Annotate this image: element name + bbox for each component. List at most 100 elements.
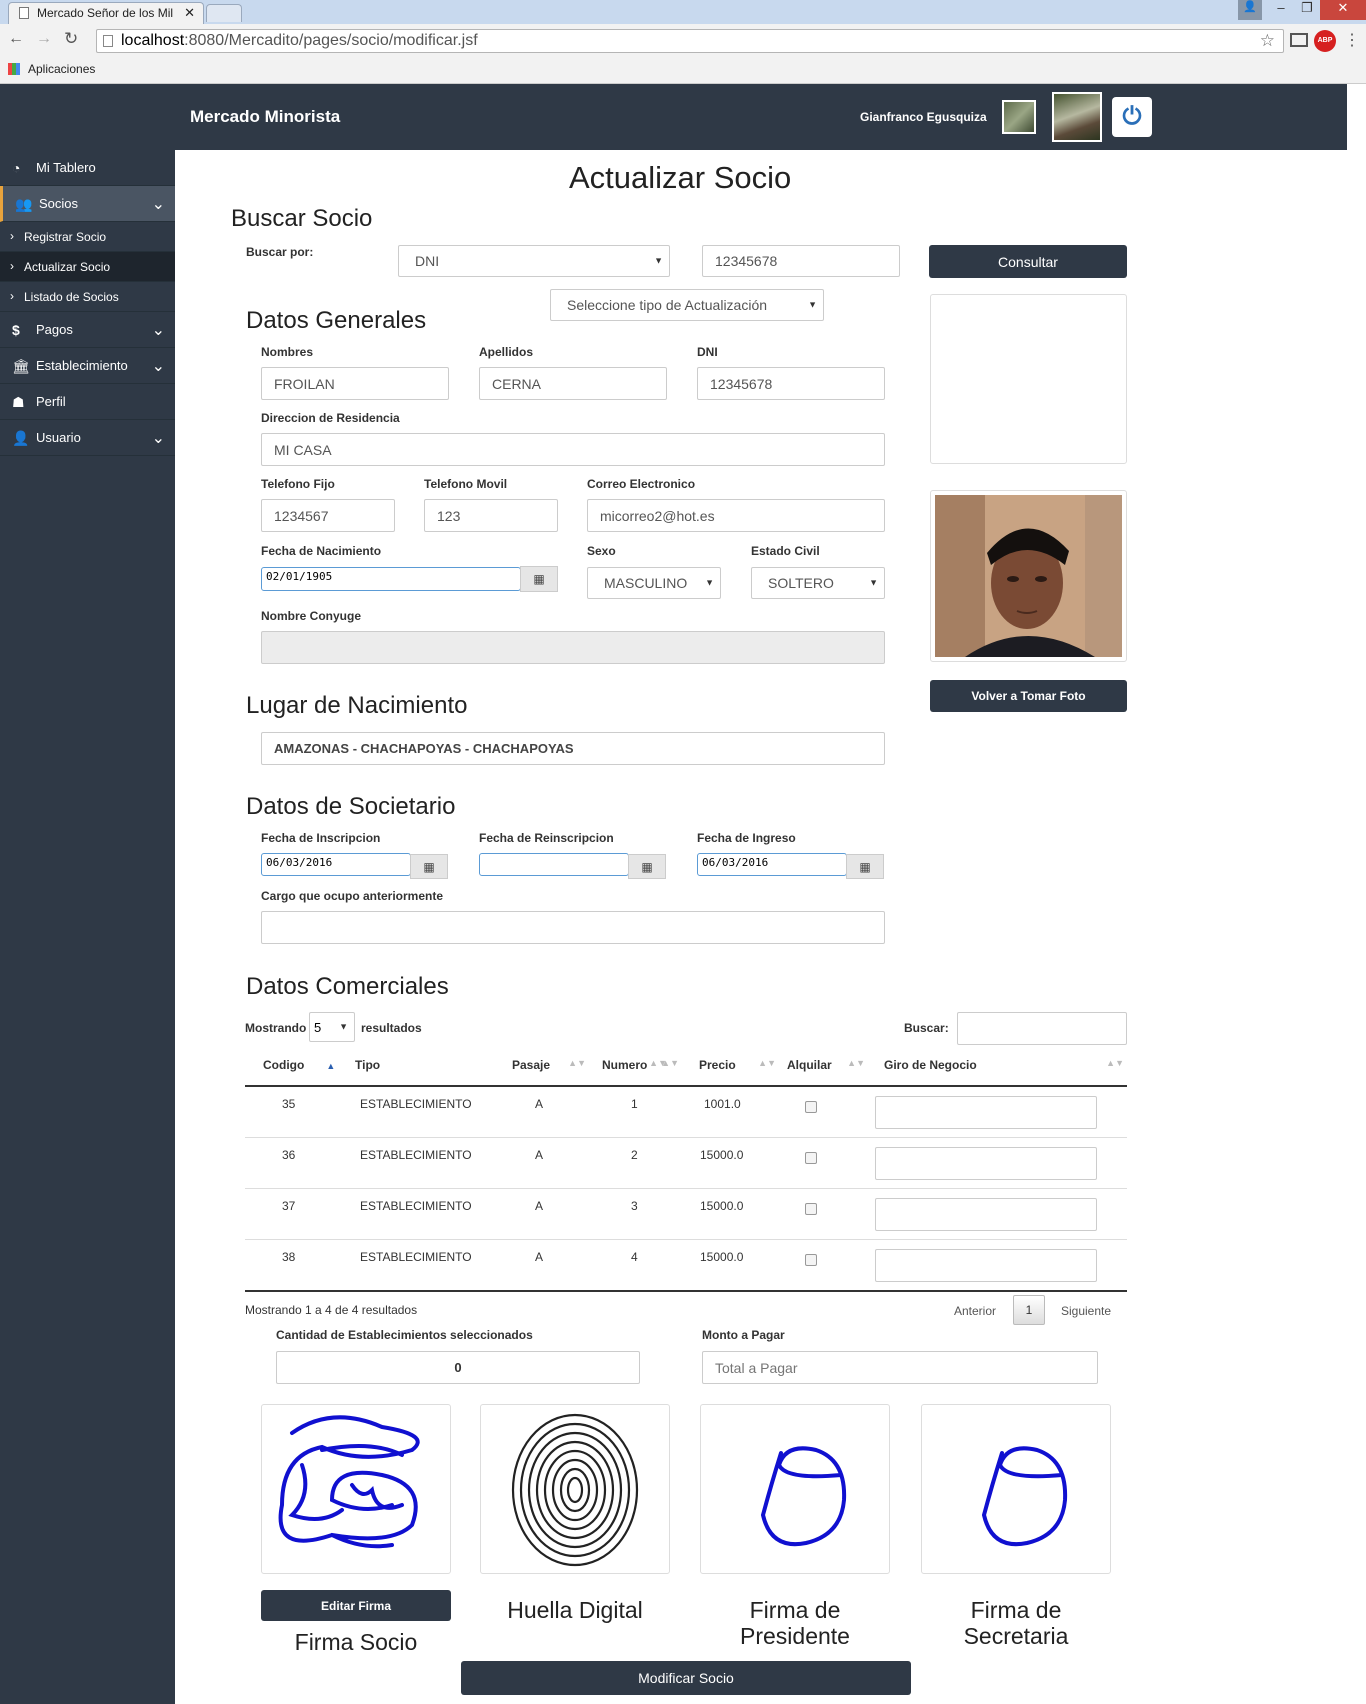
input-value: 123 (437, 507, 461, 524)
ingreso-calendar-button[interactable]: ▦ (846, 854, 884, 879)
input-value: micorreo2@hot.es (600, 507, 715, 524)
browser-tab[interactable]: Mercado Señor de los Mil ✕ (8, 2, 204, 24)
nacimiento-date-input[interactable]: 02/01/1905 (261, 567, 521, 591)
column-header-pasaje[interactable]: Pasaje ▲▼ (512, 1058, 586, 1072)
header-label: Numero (602, 1058, 648, 1072)
mostrando-label: Mostrando (245, 1021, 307, 1035)
sidebar-subitem-actualizar[interactable]: › Actualizar Socio (0, 252, 175, 282)
page-size-select[interactable]: 5 ▼ (309, 1012, 355, 1042)
editar-firma-button[interactable]: Editar Firma (261, 1590, 451, 1621)
cargo-input[interactable] (261, 911, 885, 944)
input-value: 06/03/2016 (266, 856, 333, 869)
nacimiento-calendar-button[interactable]: ▦ (520, 566, 558, 592)
sidebar-item-pagos[interactable]: $ Pagos ⌄ (0, 312, 175, 348)
cell-codigo: 38 (282, 1250, 296, 1264)
sexo-select[interactable]: MASCULINO ▼ (587, 567, 721, 599)
back-icon[interactable]: ← (8, 30, 24, 48)
maximize-icon[interactable]: ❐ (1294, 0, 1320, 20)
sidebar-subitem-registrar[interactable]: › Registrar Socio (0, 222, 175, 252)
inscripcion-date-input[interactable]: 06/03/2016 (261, 853, 411, 876)
caption-line: Secretaria (963, 1623, 1069, 1649)
giro-input[interactable] (875, 1249, 1097, 1282)
tel-movil-input[interactable]: 123 (424, 499, 558, 532)
alquilar-checkbox[interactable] (805, 1203, 817, 1215)
buscar-valor-input[interactable]: 12345678 (702, 245, 900, 277)
correo-input[interactable]: micorreo2@hot.es (587, 499, 885, 532)
reinscripcion-date-input[interactable] (479, 853, 629, 876)
lugar-input[interactable]: AMAZONAS - CHACHAPOYAS - CHACHAPOYAS (261, 732, 885, 765)
column-header-numero[interactable]: Numero ▲▼ (602, 1058, 679, 1072)
tipo-actualizacion-select[interactable]: Seleccione tipo de Actualización ▼ (550, 289, 824, 321)
logout-button[interactable]: ⏻ (1112, 97, 1152, 137)
section-title-buscar: Buscar Socio (231, 205, 373, 232)
ingreso-label: Fecha de Ingreso (697, 831, 796, 845)
pagination-anterior[interactable]: Anterior (954, 1304, 996, 1318)
url-field[interactable]: localhost:8080/Mercadito/pages/socio/mod… (96, 29, 1284, 53)
sidebar-item-establecimiento[interactable]: 🏛 Establecimiento ⌄ (0, 348, 175, 384)
apellidos-input[interactable]: CERNA (479, 367, 667, 400)
nombres-input[interactable]: FROILAN (261, 367, 449, 400)
sidebar-subitem-listado[interactable]: › Listado de Socios (0, 282, 175, 312)
pagination-page-1[interactable]: 1 (1013, 1295, 1045, 1325)
cell-pasaje: A (535, 1148, 544, 1162)
conyuge-input[interactable] (261, 631, 885, 664)
volver-foto-button[interactable]: Volver a Tomar Foto (930, 680, 1127, 712)
sidebar-item-label: Registrar Socio (24, 230, 107, 244)
user-avatar-small[interactable] (1002, 100, 1036, 134)
giro-input[interactable] (875, 1096, 1097, 1129)
consultar-button[interactable]: Consultar (929, 245, 1127, 278)
sort-icon: ▲▼ (568, 1058, 586, 1068)
close-tab-icon[interactable]: ✕ (184, 5, 195, 21)
table-search-input[interactable] (957, 1012, 1127, 1045)
column-header-alquilar[interactable]: Alquilar ▲▼ (787, 1058, 865, 1072)
star-icon[interactable]: ☆ (1260, 31, 1275, 51)
column-header-codigo[interactable]: Codigo ▲ (263, 1058, 335, 1072)
modificar-socio-button[interactable]: Modificar Socio (461, 1661, 911, 1695)
user-avatar-large[interactable] (1052, 92, 1102, 142)
brand-title[interactable]: Mercado Minorista (190, 107, 340, 127)
sort-icon: ▲▼ (847, 1058, 865, 1068)
cast-icon[interactable] (1290, 33, 1308, 47)
new-tab-button[interactable] (206, 4, 242, 22)
column-header-precio[interactable]: Precio ▲▼ (699, 1058, 776, 1072)
sidebar-item-usuario[interactable]: 👤 Usuario ⌄ (0, 420, 175, 456)
ingreso-date-input[interactable]: 06/03/2016 (697, 853, 847, 876)
forward-icon[interactable]: → (36, 30, 52, 48)
section-title-comerciales: Datos Comerciales (246, 973, 449, 1000)
sidebar-item-label: Perfil (36, 394, 66, 409)
profile-icon[interactable]: 👤 (1238, 0, 1262, 20)
close-window-icon[interactable]: ✕ (1320, 0, 1366, 20)
tel-fijo-input[interactable]: 1234567 (261, 499, 395, 532)
inscripcion-calendar-button[interactable]: ▦ (410, 854, 448, 879)
menu-icon[interactable]: ⋮ (1344, 30, 1360, 50)
civil-select[interactable]: SOLTERO ▼ (751, 567, 885, 599)
sidebar-item-socios[interactable]: 👥 Socios ⌄ (0, 186, 175, 222)
firma-socio-caption: Firma Socio (294, 1629, 418, 1655)
direccion-input[interactable]: MI CASA (261, 433, 885, 466)
dni-input[interactable]: 12345678 (697, 367, 885, 400)
adblock-icon[interactable]: ABP (1314, 30, 1336, 52)
pagination-siguiente[interactable]: Siguiente (1061, 1304, 1111, 1318)
buscar-tipo-select[interactable]: DNI ▼ (398, 245, 670, 277)
sidebar-item-perfil[interactable]: ☗ Perfil (0, 384, 175, 420)
main-content: Actualizar Socio Buscar Socio Buscar por… (175, 150, 1347, 1704)
bookmark-apps[interactable]: Aplicaciones (28, 62, 95, 76)
alquilar-checkbox[interactable] (805, 1101, 817, 1113)
minimize-icon[interactable]: – (1268, 0, 1294, 20)
monto-input[interactable] (702, 1351, 1098, 1384)
apps-icon[interactable] (8, 63, 20, 75)
giro-input[interactable] (875, 1198, 1097, 1231)
input-value: MI CASA (274, 441, 332, 458)
alquilar-checkbox[interactable] (805, 1152, 817, 1164)
reinscripcion-calendar-button[interactable]: ▦ (628, 854, 666, 879)
tel-fijo-label: Telefono Fijo (261, 477, 335, 491)
column-header-giro[interactable]: Giro de Negocio ▲▼ (884, 1058, 1124, 1072)
user-name: Gianfranco Egusquiza (860, 110, 987, 124)
nombres-label: Nombres (261, 345, 314, 359)
cell-precio: 15000.0 (700, 1250, 744, 1264)
reload-icon[interactable]: ↻ (64, 29, 78, 49)
giro-input[interactable] (875, 1147, 1097, 1180)
cantidad-input[interactable]: 0 (276, 1351, 640, 1384)
sidebar-item-tablero[interactable]: ◔ Mi Tablero (0, 150, 175, 186)
alquilar-checkbox[interactable] (805, 1254, 817, 1266)
